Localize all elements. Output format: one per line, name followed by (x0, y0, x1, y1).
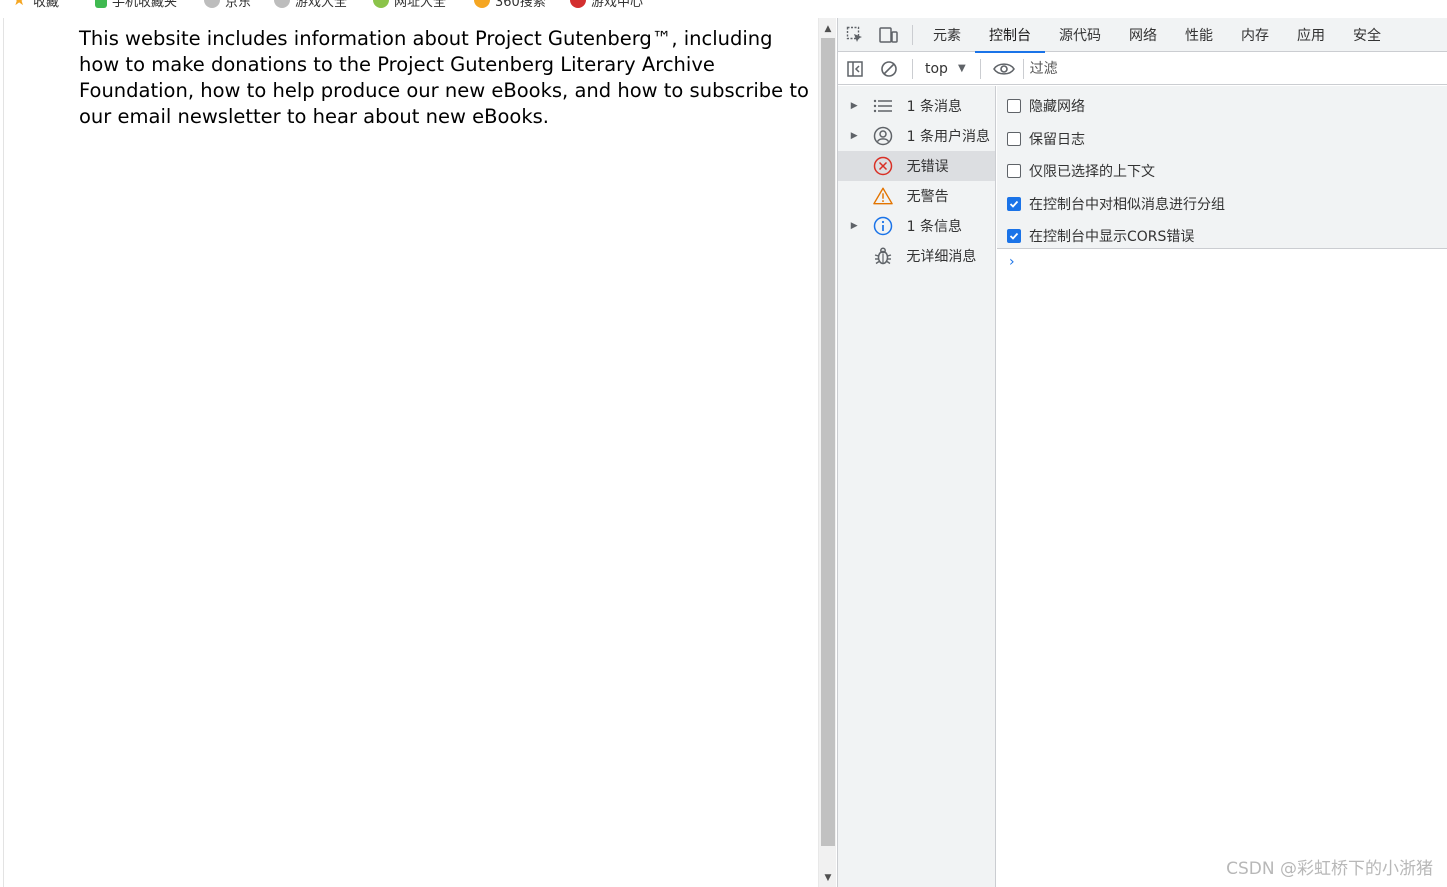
search-engine-icon (474, 0, 490, 8)
setting-label: 保留日志 (1029, 131, 1085, 148)
toolbar-divider (979, 58, 981, 79)
watermark: CSDN @彩虹桥下的小浙猪 (1226, 859, 1433, 879)
devtools-tabbar: 元素 控制台 源代码 网络 性能 内存 应用 安全 (838, 18, 1447, 53)
user-icon (873, 126, 893, 146)
error-icon (873, 156, 893, 176)
filter-input[interactable] (1023, 56, 1447, 81)
sidebar-item-label: 1 条信息 (906, 219, 962, 235)
clear-console-icon[interactable] (872, 52, 906, 86)
sidebar-item-label: 无详细消息 (906, 249, 977, 265)
setting-preserve-log[interactable]: 保留日志 (997, 123, 1447, 156)
bookmark-item[interactable]: 360搜索 (474, 0, 546, 10)
sidebar-item-label: 无警告 (906, 189, 949, 205)
setting-label: 在控制台中显示CORS错误 (1029, 229, 1195, 246)
tab-performance[interactable]: 性能 (1171, 18, 1227, 52)
sidebar-item-user-messages[interactable]: ▶ 1 条用户消息 (838, 121, 995, 151)
bookmark-item[interactable]: 网址大全 (373, 0, 447, 10)
checkbox-checked[interactable] (1007, 196, 1021, 211)
live-expression-eye-icon[interactable] (987, 52, 1021, 86)
site-icon (373, 0, 389, 8)
star-icon: ★ (12, 0, 28, 8)
checkbox-checked[interactable] (1007, 229, 1021, 244)
sidebar-item-label: 无错误 (906, 159, 949, 175)
setting-selected-context-only[interactable]: 仅限已选择的上下文 (997, 155, 1447, 188)
console-settings-pane: 隐藏网络 保留日志 仅限已选择的上下文 在控制台中对相似消息进行分组 在控制台中… (997, 86, 1447, 249)
setting-label: 隐藏网络 (1029, 99, 1085, 116)
console-sidebar: ▶ 1 条消息 ▶ 1 条用户消息 无错误 无警告 ▶ 1 条信息 无详细消息 (838, 86, 996, 887)
tab-elements[interactable]: 元素 (919, 18, 975, 52)
game-icon (570, 0, 586, 8)
tab-sources[interactable]: 源代码 (1045, 18, 1115, 52)
sidebar-item-errors[interactable]: 无错误 (838, 151, 995, 181)
bookmark-label: 手机收藏夹 (112, 0, 178, 10)
expand-arrow-icon[interactable]: ▶ (838, 131, 858, 141)
sidebar-toggle-icon[interactable] (838, 52, 872, 86)
info-icon (873, 216, 893, 236)
bookmark-label: 网址大全 (394, 0, 447, 10)
sidebar-item-label: 1 条消息 (906, 99, 962, 115)
scroll-down-arrow-icon[interactable]: ▼ (819, 871, 837, 885)
setting-show-cors-errors[interactable]: 在控制台中显示CORS错误 (997, 220, 1447, 253)
context-value: top (925, 60, 948, 77)
tab-console[interactable]: 控制台 (975, 18, 1045, 53)
bookmark-item[interactable]: 京东 (204, 0, 252, 10)
bookmark-item[interactable]: 游戏大全 (274, 0, 348, 10)
bookmark-label: 京东 (225, 0, 252, 10)
tab-security[interactable]: 安全 (1339, 18, 1395, 52)
inspect-element-icon[interactable] (838, 18, 872, 52)
web-page (0, 18, 818, 887)
bug-icon (873, 246, 893, 266)
checkmark-icon (1009, 200, 1019, 208)
expand-arrow-icon[interactable]: ▶ (838, 101, 858, 111)
warning-icon (872, 186, 893, 206)
bookmark-item[interactable]: 游戏中心 (570, 0, 644, 10)
sidebar-item-warnings[interactable]: 无警告 (838, 181, 995, 211)
chevron-down-icon: ▼ (957, 63, 966, 74)
scroll-up-arrow-icon[interactable]: ▲ (819, 22, 837, 36)
globe-icon (274, 0, 290, 8)
page-border (3, 18, 4, 887)
console-toolbar: top ▼ (838, 53, 1447, 85)
scroll-thumb[interactable] (821, 38, 835, 846)
globe-icon (204, 0, 220, 8)
toolbar-divider (912, 24, 913, 45)
tab-memory[interactable]: 内存 (1227, 18, 1283, 52)
checkbox[interactable] (1007, 99, 1021, 114)
checkbox[interactable] (1007, 131, 1021, 146)
page-paragraph: This website includes information about … (79, 27, 809, 128)
list-icon (873, 96, 893, 116)
bookmark-label: 游戏中心 (591, 0, 644, 10)
devtools-panel: 元素 控制台 源代码 网络 性能 内存 应用 安全 top ▼ ▶ (837, 18, 1447, 887)
sidebar-item-messages[interactable]: ▶ 1 条消息 (838, 91, 995, 121)
setting-label: 仅限已选择的上下文 (1029, 164, 1155, 181)
phone-icon (95, 0, 107, 8)
setting-group-similar[interactable]: 在控制台中对相似消息进行分组 (997, 188, 1447, 221)
bookmark-label: 360搜索 (495, 0, 546, 10)
bookmark-label: 收藏 (33, 0, 60, 10)
toolbar-divider (912, 58, 913, 79)
setting-hide-network[interactable]: 隐藏网络 (997, 90, 1447, 123)
tab-application[interactable]: 应用 (1283, 18, 1339, 52)
tab-network[interactable]: 网络 (1115, 18, 1171, 52)
device-toolbar-icon[interactable] (872, 18, 906, 52)
bookmark-item[interactable]: ★ 收藏 (12, 0, 60, 10)
expand-arrow-icon[interactable]: ▶ (838, 221, 858, 231)
sidebar-item-verbose[interactable]: 无详细消息 (838, 241, 995, 271)
page-scrollbar[interactable]: ▲ ▼ (818, 18, 836, 887)
context-selector[interactable]: top ▼ (919, 53, 974, 85)
sidebar-item-label: 1 条用户消息 (906, 129, 990, 145)
bookmark-label: 游戏大全 (295, 0, 348, 10)
sidebar-item-info[interactable]: ▶ 1 条信息 (838, 211, 995, 241)
checkmark-icon (1009, 233, 1019, 241)
checkbox[interactable] (1007, 164, 1021, 179)
bookmark-item[interactable]: 手机收藏夹 (95, 0, 178, 10)
setting-label: 在控制台中对相似消息进行分组 (1029, 196, 1225, 213)
bookmarks-bar: ★ 收藏 手机收藏夹 京东 游戏大全 网址大全 360搜索 游戏中心 (0, 0, 1447, 18)
console-prompt[interactable]: › (1009, 254, 1015, 270)
